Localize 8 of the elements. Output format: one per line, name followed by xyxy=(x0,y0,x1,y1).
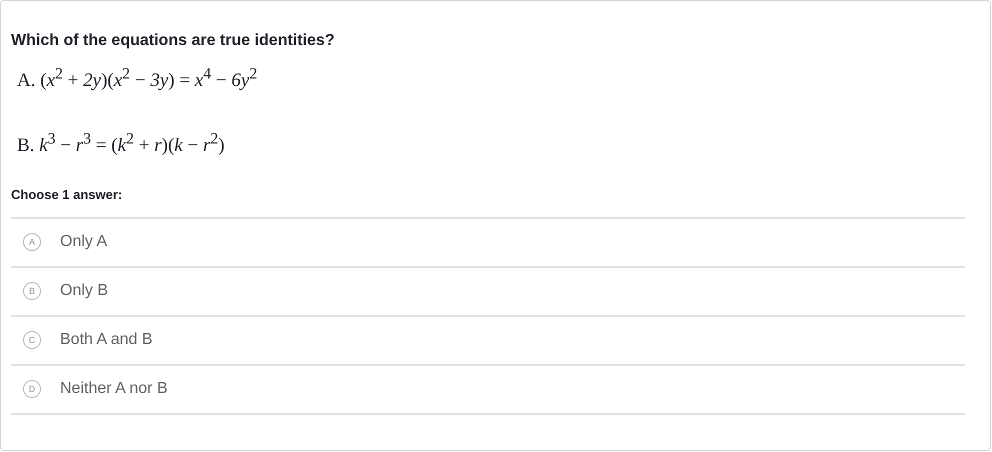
equation-text: B. k$^{3}$ − r$^{3}$ = (k$^{2}$ + r)(k − r$^{2}$) xyxy=(17,130,226,157)
prompt-text: Choose 1 answer: xyxy=(11,186,124,202)
equation-text: A. (x$^{2}$ + 2y)(x$^{2}$ − 3y) = x$^{4}$ − 6y$^{2}$ xyxy=(17,66,258,92)
choice-option[interactable]: Both A and B xyxy=(60,331,153,350)
choice-option[interactable]: Only A xyxy=(60,233,108,252)
choice-option[interactable]: Neither A nor B xyxy=(60,380,168,398)
question-text: Which of the equations are true identities? xyxy=(11,32,336,50)
choice-option[interactable]: Only B xyxy=(60,282,108,300)
